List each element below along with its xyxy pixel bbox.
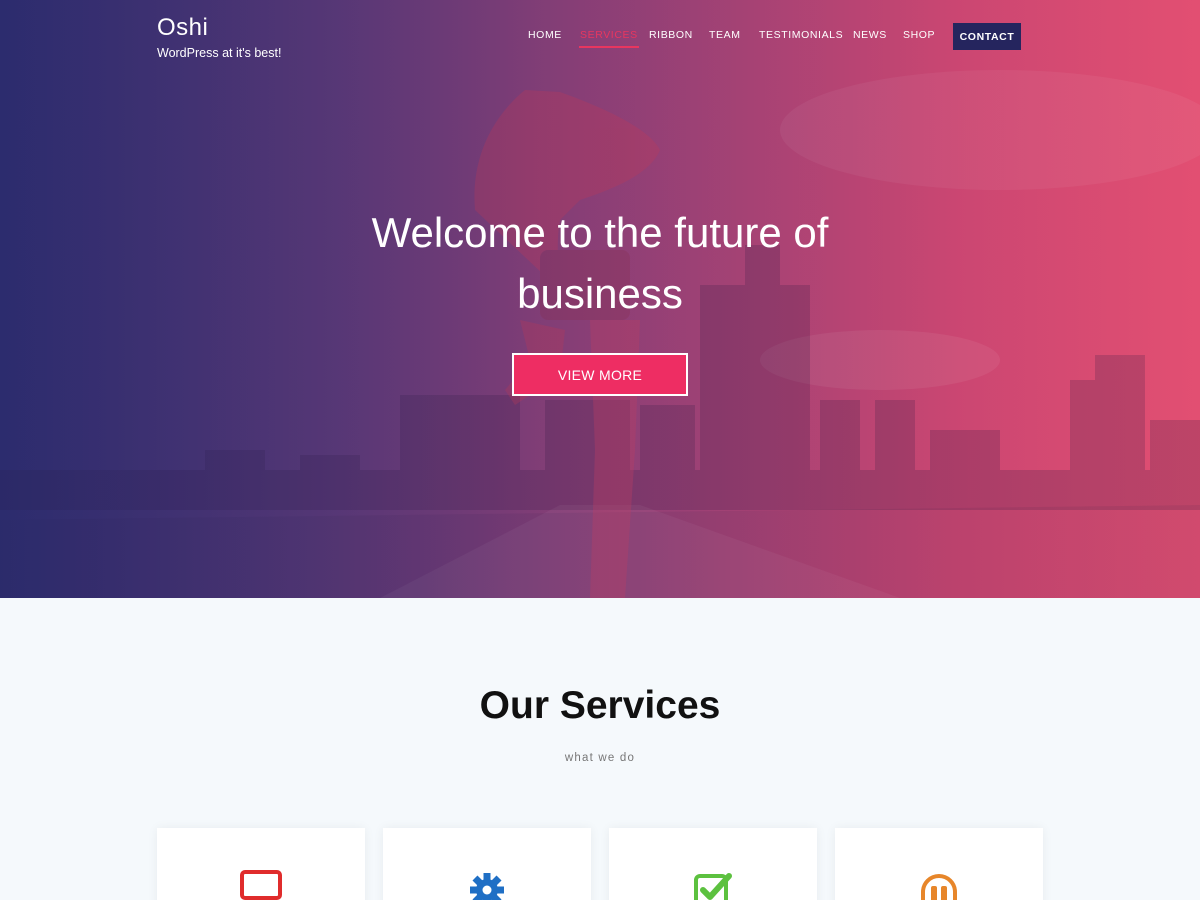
view-more-button[interactable]: VIEW MORE bbox=[512, 353, 688, 396]
site-title[interactable]: Oshi bbox=[157, 14, 208, 42]
headphones-icon bbox=[921, 874, 957, 900]
nav-item-testimonials[interactable]: TESTIMONIALS bbox=[759, 29, 843, 41]
service-card[interactable] bbox=[609, 828, 817, 900]
services-subtitle: what we do bbox=[564, 752, 636, 764]
active-nav-underline bbox=[579, 46, 639, 48]
service-card[interactable] bbox=[157, 828, 365, 900]
hero-heading: Welcome to the future of business bbox=[300, 202, 900, 324]
service-card[interactable] bbox=[383, 828, 591, 900]
desktop-icon bbox=[240, 870, 282, 900]
service-card[interactable] bbox=[835, 828, 1043, 900]
nav-item-home[interactable]: HOME bbox=[528, 29, 562, 41]
nav-item-news[interactable]: NEWS bbox=[853, 29, 887, 41]
services-title: Our Services bbox=[479, 684, 721, 727]
nav-item-ribbon[interactable]: RIBBON bbox=[649, 29, 693, 41]
hero-heading-line2: business bbox=[517, 270, 683, 317]
contact-button[interactable]: CONTACT bbox=[953, 23, 1021, 50]
nav-item-shop[interactable]: SHOP bbox=[903, 29, 935, 41]
nav-item-services-label: SERVICES bbox=[580, 29, 638, 41]
checkbox-icon bbox=[694, 873, 732, 900]
hero-heading-line1: Welcome to the future of bbox=[371, 209, 829, 256]
nav-item-services[interactable]: SERVICES bbox=[579, 29, 639, 48]
site-tagline: WordPress at it's best! bbox=[157, 46, 282, 60]
nav-item-team[interactable]: TEAM bbox=[709, 29, 741, 41]
gear-icon bbox=[470, 873, 504, 900]
